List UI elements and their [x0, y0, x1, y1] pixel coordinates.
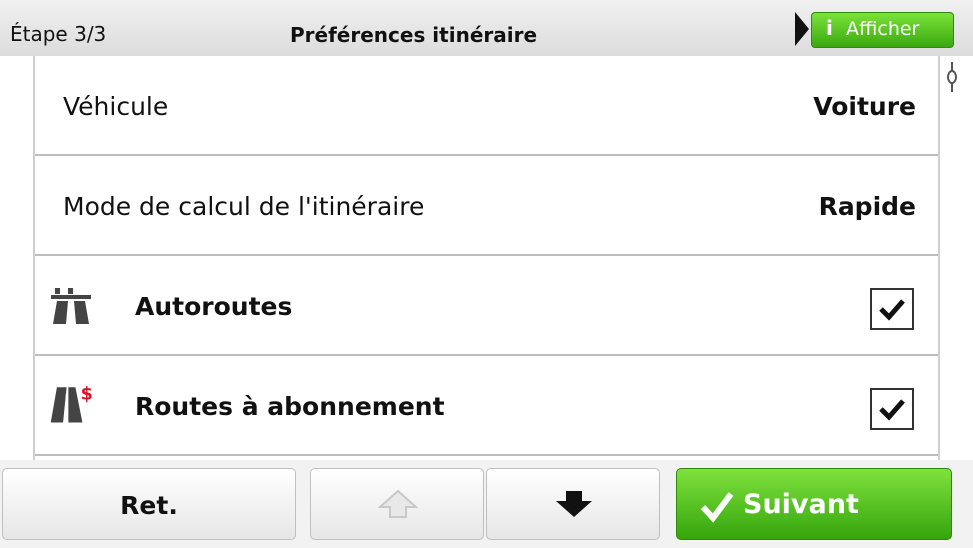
route-mode-row[interactable]: Mode de calcul de l'itinéraire Rapide [35, 156, 938, 256]
checkmark-icon [879, 299, 905, 321]
next-button-label: Suivant [743, 489, 859, 520]
arrow-up-icon [378, 489, 418, 518]
highways-label: Autoroutes [135, 292, 293, 321]
route-mode-value: Rapide [818, 192, 916, 221]
show-button[interactable]: i Afficher [811, 12, 954, 48]
show-button-label: Afficher [846, 18, 920, 40]
svg-text:$: $ [81, 385, 93, 405]
route-mode-label: Mode de calcul de l'itinéraire [63, 192, 425, 221]
back-button[interactable]: Ret. [2, 468, 296, 540]
step-indicator: Étape 3/3 [10, 22, 107, 46]
scroll-up-button[interactable] [310, 468, 484, 540]
toll-road-icon: $ [50, 385, 93, 423]
highways-row[interactable]: Autoroutes [35, 256, 938, 356]
toll-roads-label: Routes à abonnement [135, 392, 445, 421]
highway-icon [51, 288, 91, 324]
checkmark-icon [700, 492, 734, 523]
vehicle-value: Voiture [813, 92, 916, 121]
page-title: Préférences itinéraire [290, 23, 538, 47]
scrollbar-thumb[interactable] [946, 62, 958, 92]
next-button[interactable]: Suivant [676, 468, 952, 540]
header-bar: Étape 3/3 Préférences itinéraire i Affic… [0, 0, 973, 56]
bottom-bar: Ret. Suivant [0, 460, 973, 548]
arrow-down-icon [556, 491, 592, 517]
pointer-icon [795, 12, 809, 46]
preferences-list: Véhicule Voiture Mode de calcul de l'iti… [33, 56, 940, 460]
toll-roads-checkbox[interactable] [870, 388, 914, 430]
back-button-label: Ret. [120, 491, 178, 520]
info-icon: i [826, 16, 833, 40]
highways-checkbox[interactable] [870, 288, 914, 330]
vehicle-label: Véhicule [63, 92, 169, 121]
checkmark-icon [879, 399, 905, 421]
toll-roads-row[interactable]: $ Routes à abonnement [35, 356, 938, 456]
scroll-down-button[interactable] [486, 468, 660, 540]
vehicle-row[interactable]: Véhicule Voiture [35, 56, 938, 156]
